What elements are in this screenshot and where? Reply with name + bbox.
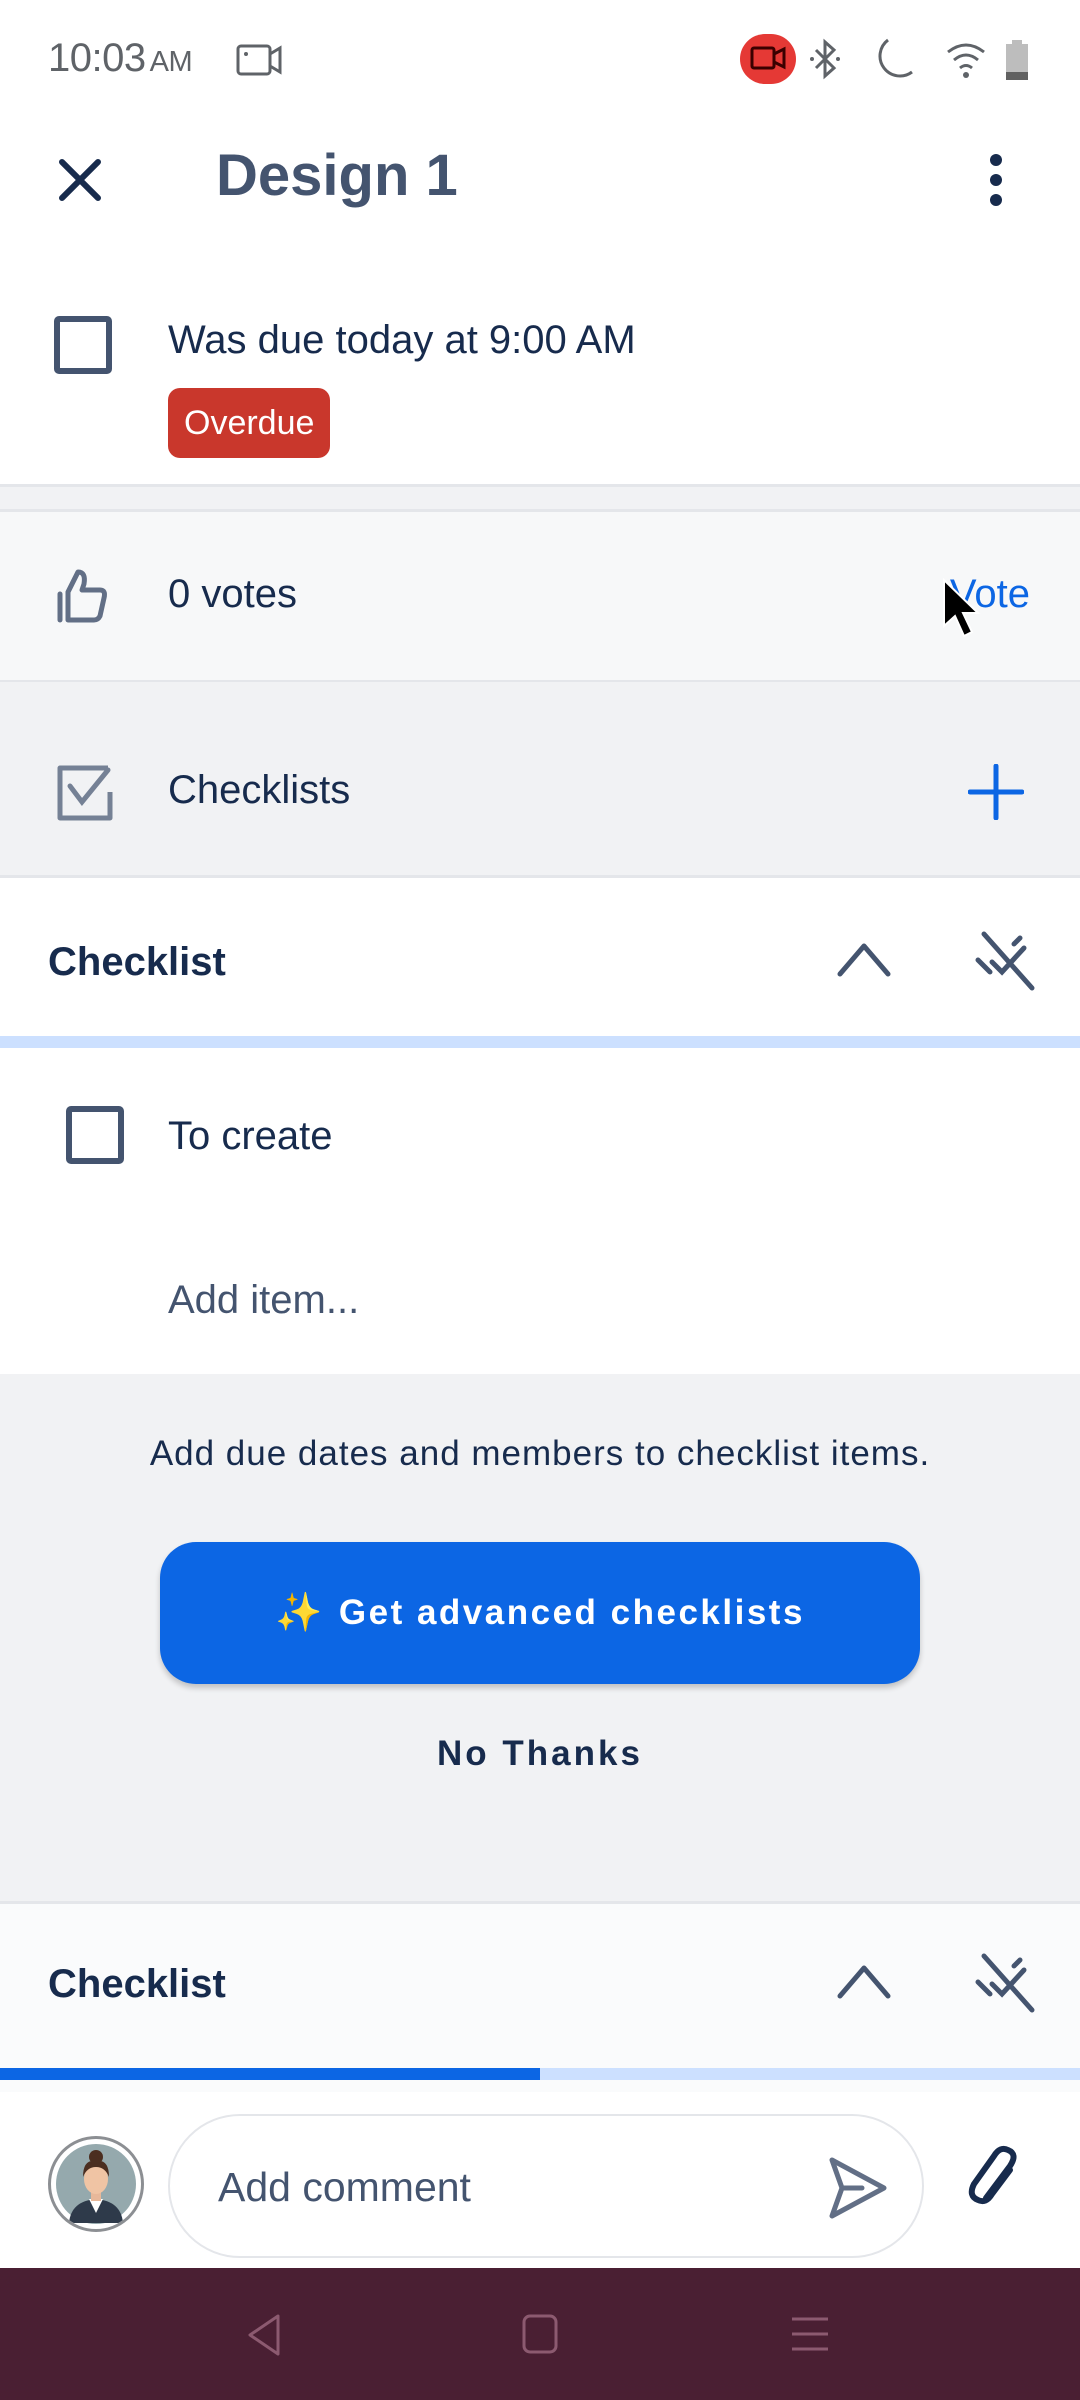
- checklist-title[interactable]: Checklist: [48, 1962, 226, 2007]
- more-vertical-icon[interactable]: [976, 150, 1016, 210]
- checklists-section-header: Checklists: [0, 682, 1080, 878]
- status-bar: 10:03 AM: [0, 0, 1080, 120]
- checklist-item-label[interactable]: To create: [168, 1114, 333, 1159]
- checklist-header: Checklist: [0, 1904, 1080, 2092]
- sparkles-icon: ✨: [275, 1592, 325, 1634]
- checklist-header: Checklist: [0, 878, 1080, 1048]
- no-thanks-button[interactable]: No Thanks: [0, 1734, 1080, 1774]
- status-time-ampm: AM: [149, 46, 193, 78]
- add-item-input[interactable]: Add item...: [168, 1278, 359, 1323]
- wifi-icon: [947, 43, 985, 78]
- due-date-text[interactable]: Was due today at 9:00 AM: [168, 318, 636, 363]
- thumbs-up-icon: [57, 569, 107, 623]
- send-icon[interactable]: [826, 2156, 890, 2220]
- comment-bar: Add comment: [0, 2092, 1080, 2268]
- add-checklist-button[interactable]: [968, 764, 1024, 820]
- hide-checked-items-icon[interactable]: [970, 930, 1040, 994]
- card-title[interactable]: Design 1: [216, 142, 458, 209]
- recording-badge-icon: [740, 34, 796, 84]
- hide-checked-items-icon[interactable]: [970, 1952, 1040, 2016]
- card-header: Design 1: [0, 120, 1080, 238]
- section-divider: [0, 484, 1080, 512]
- close-icon[interactable]: [54, 150, 114, 210]
- add-item-row: Add item...: [0, 1228, 1080, 1374]
- comment-input[interactable]: Add comment: [168, 2114, 924, 2258]
- battery-icon: [1006, 40, 1028, 80]
- due-date-row: Was due today at 9:00 AM Overdue: [0, 238, 1080, 484]
- collapse-chevron-up-icon[interactable]: [836, 1962, 892, 2002]
- do-not-disturb-moon-icon: [878, 38, 913, 78]
- checklist-item-checkbox[interactable]: [66, 1106, 124, 1164]
- checklists-section-title: Checklists: [168, 768, 351, 812]
- bluetooth-icon: [810, 38, 840, 80]
- nav-home-icon[interactable]: [522, 2314, 558, 2354]
- paperclip-icon[interactable]: [966, 2142, 1026, 2212]
- screen-record-icon: [236, 44, 282, 76]
- advanced-checklists-promo: Add due dates and members to checklist i…: [0, 1374, 1080, 1904]
- checklist-progress-bar: [0, 1036, 1080, 1048]
- mouse-cursor-icon: [943, 578, 981, 638]
- promo-text: Add due dates and members to checklist i…: [149, 1434, 931, 1473]
- nav-back-icon[interactable]: [244, 2312, 284, 2358]
- checklist-progress-fill: [0, 2068, 540, 2080]
- comment-placeholder: Add comment: [218, 2164, 471, 2210]
- checkbox-checked-icon: [57, 765, 113, 821]
- status-time-value: 10:03: [48, 36, 146, 80]
- due-complete-checkbox[interactable]: [54, 316, 112, 374]
- checklist-progress-bar: [0, 2068, 1080, 2080]
- collapse-chevron-up-icon[interactable]: [836, 940, 892, 980]
- checklist-title[interactable]: Checklist: [48, 940, 226, 985]
- user-avatar[interactable]: [48, 2136, 144, 2232]
- get-advanced-checklists-button[interactable]: ✨ Get advanced checklists: [160, 1542, 920, 1684]
- nav-recents-icon[interactable]: [790, 2316, 830, 2352]
- status-time: 10:03 AM: [48, 36, 193, 81]
- checklist-item: To create: [0, 1060, 1080, 1228]
- overdue-badge: Overdue: [168, 388, 331, 458]
- get-advanced-checklists-label: Get advanced checklists: [338, 1593, 805, 1632]
- votes-row: 0 votes Vote: [0, 512, 1080, 682]
- votes-count: 0 votes: [168, 572, 297, 616]
- system-nav-bar: [0, 2268, 1080, 2400]
